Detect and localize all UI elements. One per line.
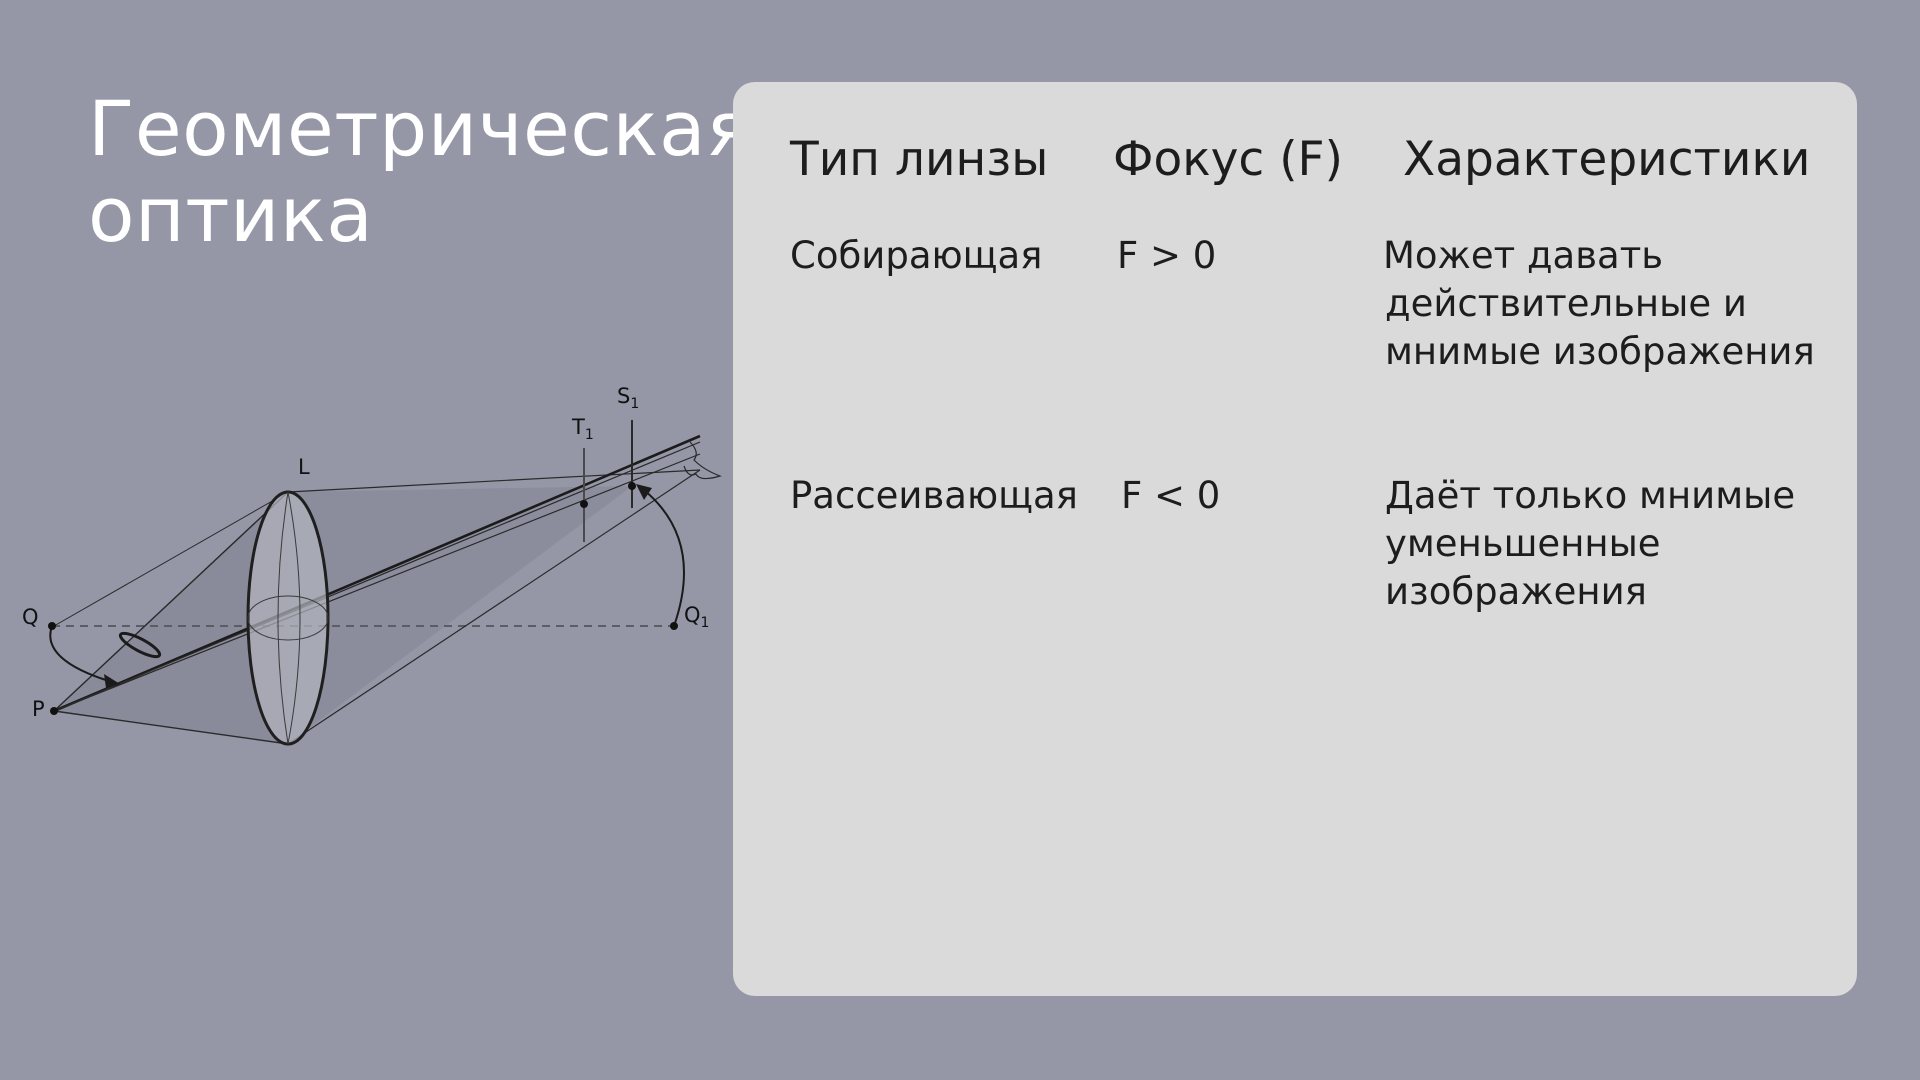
table-row-2-focus: F < 0 <box>1121 474 1221 517</box>
label-q1: Q1 <box>684 603 709 631</box>
light-cone-front <box>288 486 632 744</box>
point-p <box>50 707 58 715</box>
lens-types-table: Тип линзы Фокус (F) Характеристики Собир… <box>733 82 1857 996</box>
arrow-q1-to-s1 <box>643 489 685 627</box>
table-row-1-characteristics-line-3: мнимые изображения <box>1385 330 1815 373</box>
table-row-2-characteristics-line-1: Даёт только мнимые <box>1385 474 1796 517</box>
lens-ellipse <box>246 490 330 746</box>
point-s1 <box>628 482 636 490</box>
table-header-lens-type: Тип линзы <box>790 132 1049 187</box>
label-s1: S1 <box>617 384 639 412</box>
table-row-1-type: Собирающая <box>790 234 1043 277</box>
point-q <box>48 622 56 630</box>
slide-title-line-1: Геометрическая <box>88 84 753 173</box>
label-q: Q <box>22 605 39 629</box>
label-t1: T1 <box>571 415 594 443</box>
table-header-focus: Фокус (F) <box>1113 132 1343 187</box>
caustic-edge <box>683 441 722 480</box>
point-t1 <box>580 500 588 508</box>
table-row-2-type: Рассеивающая <box>790 474 1078 517</box>
slide-title: Геометрическая оптика <box>88 84 753 259</box>
table-row-2-characteristics-line-3: изображения <box>1385 570 1647 613</box>
table-row-1-characteristics-line-1: Может давать <box>1383 234 1664 277</box>
lens-ray-diagram: L Q P T1 S1 Q1 <box>22 384 722 746</box>
table-header-characteristics: Характеристики <box>1403 132 1811 187</box>
slide-title-line-2: оптика <box>88 170 374 259</box>
point-q1 <box>670 622 678 630</box>
table-row-1-focus: F > 0 <box>1117 234 1217 277</box>
label-p: P <box>32 697 45 721</box>
arrow-q1-to-s1-head <box>636 484 652 500</box>
table-row-1-characteristics-line-2: действительные и <box>1385 282 1747 325</box>
table-row-2-characteristics-line-2: уменьшенные <box>1385 522 1661 565</box>
label-l: L <box>298 455 310 479</box>
slide: Геометрическая оптика L Q P T1 S1 Q1 Тип… <box>0 0 1920 1080</box>
